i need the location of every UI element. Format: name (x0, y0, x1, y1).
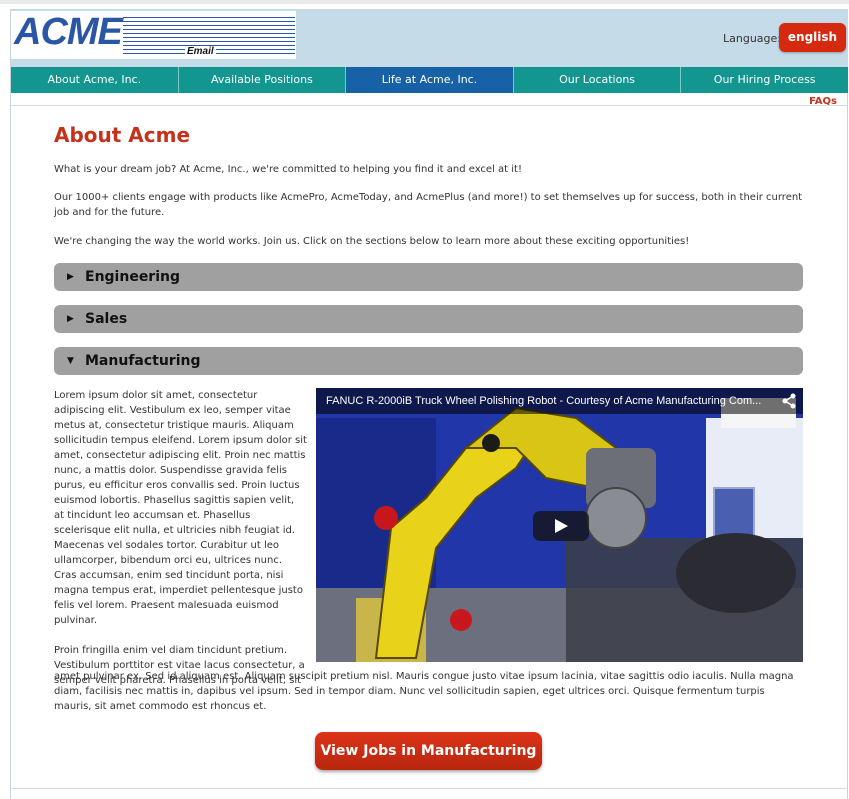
footer-divider (11, 788, 848, 789)
accordion-manufacturing[interactable]: ▼ Manufacturing (54, 347, 803, 375)
caret-down-icon: ▼ (67, 356, 74, 366)
nav-item-about[interactable]: About Acme, Inc. (11, 67, 179, 93)
site-header: ACME Email Language: english (11, 9, 848, 67)
nav-divider (11, 105, 848, 106)
acme-logo[interactable]: ACME Email (11, 11, 297, 59)
caret-right-icon: ▶ (67, 314, 74, 324)
language-button[interactable]: english (779, 23, 846, 52)
manufacturing-paragraph-2-continued: amet pulvinar ex. Sed id aliquam est. Al… (54, 671, 794, 712)
video-player[interactable]: FANUC R-2000iB Truck Wheel Polishing Rob… (316, 388, 803, 662)
nav-item-available-positions[interactable]: Available Positions (178, 67, 347, 93)
logo-wordmark: ACME (14, 11, 123, 53)
page-frame: ACME Email Language: english About Acme,… (10, 9, 848, 799)
intro-paragraph-2: Our 1000+ clients engage with products l… (54, 192, 803, 218)
nav-item-our-locations[interactable]: Our Locations (513, 67, 682, 93)
play-icon (555, 519, 568, 533)
accordion-engineering[interactable]: ▶ Engineering (54, 263, 803, 291)
video-title[interactable]: FANUC R-2000iB Truck Wheel Polishing Rob… (326, 388, 766, 414)
nav-item-hiring-process[interactable]: Our Hiring Process (681, 67, 848, 93)
manufacturing-paragraph-1: Lorem ipsum dolor sit amet, consectetur … (54, 390, 307, 626)
view-jobs-button[interactable]: View Jobs in Manufacturing (315, 732, 542, 770)
play-button[interactable] (533, 511, 589, 541)
accordion-label: Sales (85, 311, 128, 327)
intro-paragraph-1: What is your dream job? At Acme, Inc., w… (54, 164, 522, 175)
caret-right-icon: ▶ (67, 272, 74, 282)
main-nav: About Acme, Inc. Available Positions Lif… (11, 67, 848, 93)
manufacturing-text: Lorem ipsum dolor sit amet, consectetur … (54, 388, 307, 688)
browser-top-edge (0, 0, 849, 4)
accordion-label: Engineering (85, 269, 180, 285)
accordion-label: Manufacturing (85, 353, 201, 369)
nav-item-life-at-acme[interactable]: Life at Acme, Inc. (346, 67, 514, 93)
logo-subtext: Email (185, 46, 216, 57)
page-title: About Acme (54, 123, 191, 147)
intro-paragraph-3: We're changing the way the world works. … (54, 236, 690, 247)
language-label: Language: (723, 32, 781, 45)
share-icon[interactable] (781, 393, 797, 409)
accordion-sales[interactable]: ▶ Sales (54, 305, 803, 333)
